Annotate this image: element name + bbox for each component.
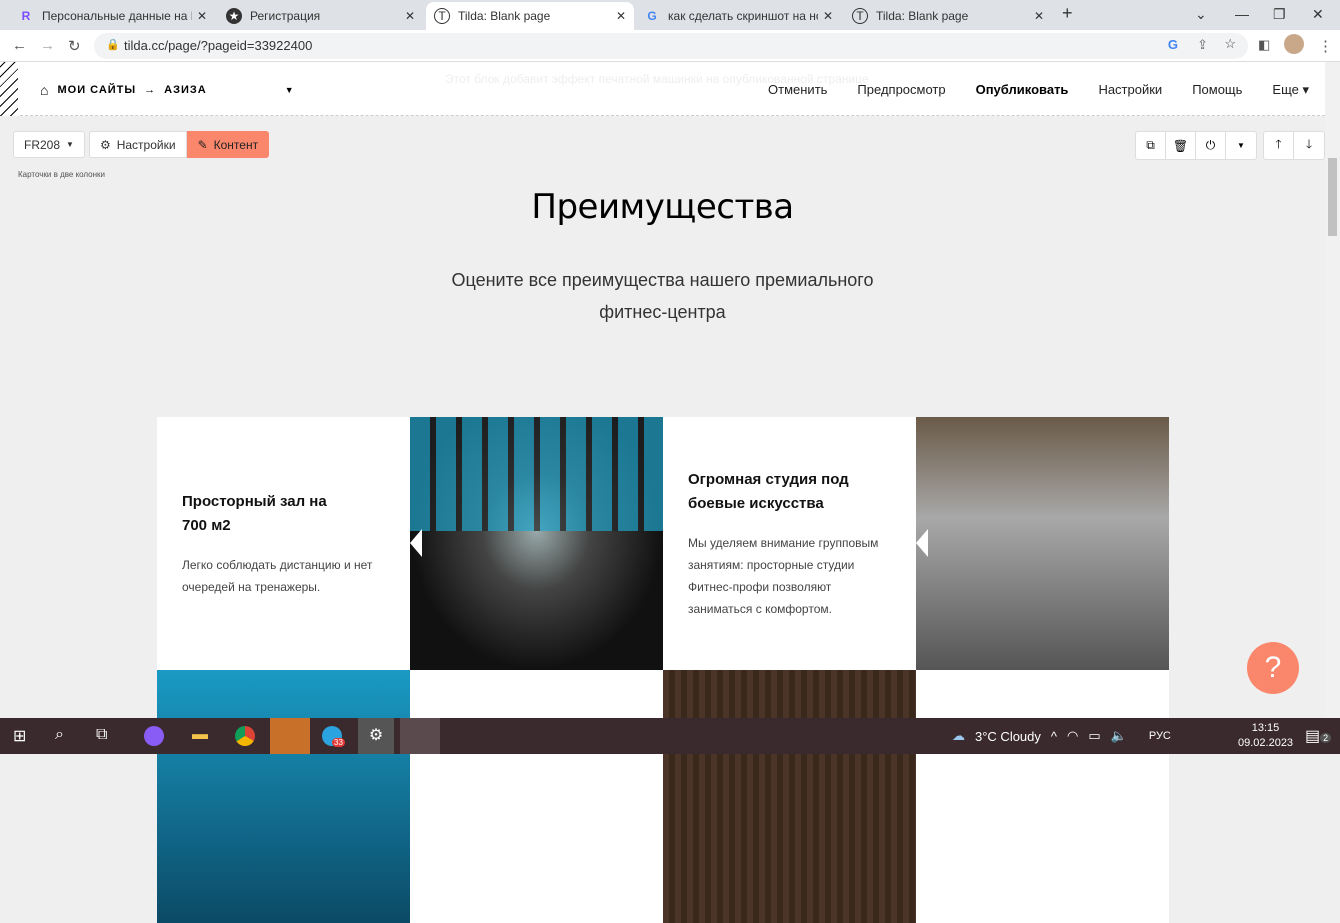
home-icon[interactable]: ⌂: [40, 82, 49, 98]
zigzag-decoration: [0, 62, 18, 116]
reload-icon[interactable]: ↻: [68, 37, 81, 55]
block-name-label: Карточки в две колонки: [18, 170, 106, 179]
pencil-icon: ✎: [197, 137, 208, 152]
taskbar: ⊞ ⌕ ⧉ ▬ 33 ⚙ ☁ 3°C Cloudy ^ ◠ ▭ 🔈 РУС 13…: [0, 718, 1340, 754]
chrome-icon[interactable]: [235, 726, 255, 746]
block-code-dropdown[interactable]: FR208 ▼: [13, 131, 85, 158]
tilda-icon: T: [852, 8, 868, 24]
caret-down-icon: ▼: [66, 140, 74, 149]
side-panel-icon[interactable]: ◧: [1258, 37, 1270, 53]
scrollbar-thumb[interactable]: [1328, 158, 1337, 236]
tilda-topbar: ⌂ МОИ САЙТЫ → АЗИЗА ▼ Этот блок добавит …: [0, 62, 1325, 116]
card-arrow: [410, 529, 422, 557]
preview-button[interactable]: Предпросмотр: [857, 82, 945, 98]
google-translate-icon[interactable]: G: [1168, 37, 1178, 52]
kebab-menu-icon[interactable]: ⋮: [1318, 37, 1333, 55]
task-view-icon[interactable]: ⧉: [96, 726, 107, 744]
tab-registration[interactable]: ★ Регистрация ✕: [218, 2, 423, 30]
notifications-icon[interactable]: ▤ 2: [1305, 726, 1332, 746]
duplicate-icon[interactable]: ⧉: [1136, 132, 1166, 159]
search-icon[interactable]: ⌕: [55, 726, 64, 744]
cloud-icon: ☁: [952, 728, 965, 743]
tab-bar: RПерсональные данные на Freelance✕ ★Реги…: [0, 0, 1340, 30]
publish-button[interactable]: Опубликовать: [976, 82, 1069, 98]
google-icon: G: [647, 9, 657, 23]
pool-image: [157, 670, 410, 923]
close-window-button[interactable]: ✕: [1312, 6, 1324, 23]
tilda-icon: T: [434, 8, 450, 24]
gear-icon: ⚙: [99, 137, 111, 152]
card-3: [410, 670, 663, 923]
breadcrumb-my-sites[interactable]: МОИ САЙТЫ: [57, 84, 136, 96]
chrome-active-icon[interactable]: [400, 718, 440, 754]
chevron-down-icon[interactable]: ▼: [285, 85, 295, 95]
new-tab-button[interactable]: +: [1062, 3, 1073, 24]
page-subtitle: Оцените все преимущества нашего премиаль…: [451, 270, 874, 322]
block-toolbar: FR208 ▼ ⚙ Настройки ✎ Контент: [13, 131, 270, 158]
tab-google[interactable]: Gкак сделать скриншот на ноутбуке✕: [636, 2, 841, 30]
settings-icon[interactable]: ⚙: [358, 718, 394, 754]
settings-button[interactable]: Настройки: [1098, 82, 1162, 98]
close-tab-icon[interactable]: ✕: [405, 9, 415, 23]
close-tab-icon[interactable]: ✕: [823, 9, 833, 23]
minimize-button[interactable]: —: [1235, 6, 1249, 22]
card-4: [916, 670, 1169, 923]
language[interactable]: РУС: [1149, 730, 1171, 742]
tab-tilda[interactable]: T Tilda: Blank page ✕: [844, 2, 1052, 30]
more-button[interactable]: Еще ▾: [1272, 82, 1309, 98]
tab-search-icon[interactable]: ⌄: [1195, 6, 1207, 23]
move-up-icon[interactable]: 🡑: [1264, 132, 1294, 159]
freelance-r-icon: R: [21, 9, 31, 23]
telegram-icon[interactable]: 33: [322, 726, 345, 747]
maximize-button[interactable]: ❐: [1273, 6, 1286, 23]
card-arrow: [916, 529, 928, 557]
breadcrumb: ⌂ МОИ САЙТЫ → АЗИЗА ▼: [40, 82, 295, 98]
power-icon[interactable]: ⏻: [1196, 132, 1226, 159]
file-explorer-icon[interactable]: ▬: [192, 726, 208, 744]
scrollbar[interactable]: [1325, 62, 1340, 718]
back-icon[interactable]: ←: [12, 37, 27, 54]
windows-start-icon[interactable]: ⊞: [13, 726, 26, 746]
share-icon[interactable]: ⇪: [1197, 37, 1208, 53]
martial-arts-studio-image: [916, 417, 1169, 670]
address-bar-row: ← → ↻ 🔒 tilda.cc/page/?pageid=33922400 G …: [0, 30, 1340, 62]
editor-menu: Отменить Предпросмотр Опубликовать Настр…: [768, 82, 1309, 98]
card-1: Просторный зал на 700 м2 Легко соблюдать…: [157, 417, 410, 670]
undo-button[interactable]: Отменить: [768, 82, 827, 98]
wood-room-image: [663, 670, 916, 923]
help-button[interactable]: Помощь: [1192, 82, 1242, 98]
card-2: Огромная студия под боевые искусства Мы …: [663, 417, 916, 670]
star-icon: ★: [226, 8, 242, 24]
tab-freelance[interactable]: RПерсональные данные на Freelance✕: [10, 2, 215, 30]
move-down-icon[interactable]: 🡓: [1294, 132, 1324, 159]
wifi-icon[interactable]: ◠: [1067, 728, 1078, 744]
bookmark-star-icon[interactable]: ☆: [1224, 36, 1236, 52]
gym-hall-image: [410, 417, 663, 670]
clock[interactable]: 13:15 09.02.2023: [1238, 721, 1293, 751]
chevron-up-icon[interactable]: ^: [1051, 729, 1057, 744]
system-tray: ☁ 3°C Cloudy ^ ◠ ▭ 🔈 РУС: [952, 718, 1171, 754]
caret-down-icon[interactable]: ▼: [1226, 132, 1256, 159]
block-actions: ⧉ 🗑 ⏻ ▼ 🡑 🡓: [1135, 131, 1325, 160]
forward-icon[interactable]: →: [40, 37, 55, 54]
close-tab-icon[interactable]: ✕: [197, 9, 207, 23]
alice-icon[interactable]: [144, 726, 164, 746]
page-title: Преимущества: [531, 187, 794, 227]
lock-icon: 🔒: [106, 39, 120, 51]
help-button[interactable]: ?: [1247, 642, 1299, 694]
close-tab-icon[interactable]: ✕: [1034, 9, 1044, 23]
breadcrumb-project[interactable]: АЗИЗА: [164, 84, 207, 96]
block-content-button[interactable]: ✎ Контент: [186, 131, 270, 158]
block-settings-button[interactable]: ⚙ Настройки: [88, 131, 187, 158]
weather[interactable]: 3°C Cloudy: [975, 729, 1041, 744]
profile-avatar[interactable]: [1284, 34, 1304, 54]
battery-icon[interactable]: ▭: [1088, 728, 1100, 744]
volume-icon[interactable]: 🔈: [1111, 728, 1127, 744]
tab-tilda-active[interactable]: T Tilda: Blank page ✕: [426, 2, 634, 30]
close-tab-icon[interactable]: ✕: [616, 9, 626, 23]
trash-icon[interactable]: 🗑: [1166, 132, 1196, 159]
url-input[interactable]: 🔒 tilda.cc/page/?pageid=33922400 G ⇪ ☆: [94, 33, 1248, 59]
app-icon[interactable]: [270, 718, 310, 754]
